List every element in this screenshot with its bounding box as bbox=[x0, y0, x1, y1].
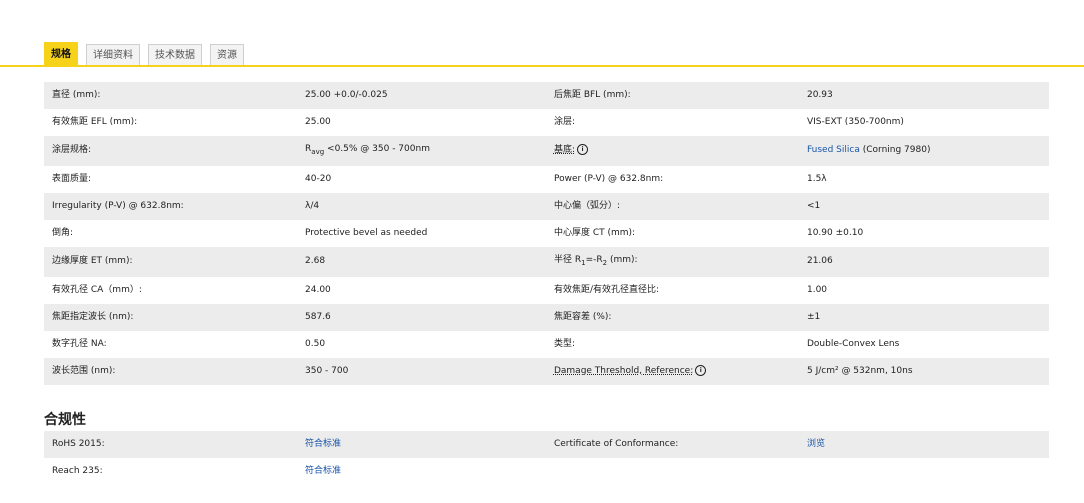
tab-resources[interactable]: 资源 bbox=[210, 44, 244, 66]
spec-label: 涂层: bbox=[545, 109, 799, 136]
ravg-subscript: avg bbox=[311, 147, 325, 156]
spec-value: Ravg <0.5% @ 350 - 700nm bbox=[297, 136, 546, 166]
spec-label: 表面质量: bbox=[44, 165, 298, 193]
table-row: 数字孔径 NA: 0.50 类型: Double-Convex Lens bbox=[44, 330, 1049, 358]
compliance-table: RoHS 2015: 符合标准 Certificate of Conforman… bbox=[44, 431, 1049, 485]
spec-label: Power (P-V) @ 632.8nm: bbox=[545, 165, 799, 193]
spec-label: 倒角: bbox=[44, 219, 298, 247]
spec-label: Irregularity (P-V) @ 632.8nm: bbox=[44, 192, 298, 220]
substrate-link[interactable]: Fused Silica bbox=[807, 145, 860, 155]
spec-label: 中心偏（弧分）: bbox=[545, 192, 799, 220]
table-row: 有效孔径 CA（mm）: 24.00 有效焦距/有效孔径直径比: 1.00 bbox=[44, 276, 1049, 304]
spec-label: 后焦距 BFL (mm): bbox=[545, 82, 799, 109]
rohs-link[interactable]: 符合标准 bbox=[305, 439, 341, 449]
spec-value: <1 bbox=[798, 192, 1049, 220]
radius-label: 半径 R bbox=[553, 254, 582, 265]
compliance-value: 符合标准 bbox=[297, 458, 546, 485]
info-icon[interactable]: i bbox=[695, 364, 707, 376]
tab-bar: 规格 详细资料 技术数据 资源 bbox=[44, 42, 252, 66]
tab-specs[interactable]: 规格 bbox=[44, 42, 78, 66]
table-row: Irregularity (P-V) @ 632.8nm: λ/4 中心偏（弧分… bbox=[44, 192, 1049, 220]
spec-label: 边缘厚度 ET (mm): bbox=[44, 246, 298, 277]
spec-label: Damage Threshold, Reference: i bbox=[545, 357, 799, 385]
compliance-value: 符合标准 bbox=[297, 431, 546, 458]
spec-value: 20.93 bbox=[798, 82, 1049, 109]
compliance-title: 合规性 bbox=[44, 412, 86, 428]
compliance-label: Certificate of Conformance: bbox=[545, 431, 799, 458]
table-row: RoHS 2015: 符合标准 Certificate of Conforman… bbox=[44, 431, 1049, 458]
spec-label: 有效孔径 CA（mm）: bbox=[44, 276, 298, 304]
compliance-label bbox=[545, 458, 799, 485]
spec-label: 波长范围 (nm): bbox=[44, 357, 298, 385]
spec-label: 直径 (mm): bbox=[44, 82, 298, 109]
spec-label: 中心厚度 CT (mm): bbox=[545, 219, 799, 247]
tab-details[interactable]: 详细资料 bbox=[86, 44, 140, 66]
table-row: 表面质量: 40-20 Power (P-V) @ 632.8nm: 1.5λ bbox=[44, 165, 1049, 193]
spec-value: λ/4 bbox=[297, 192, 546, 220]
table-row: 倒角: Protective bevel as needed 中心厚度 CT (… bbox=[44, 219, 1049, 247]
radius-mid: =-R bbox=[585, 254, 603, 265]
table-row: 直径 (mm): 25.00 +0.0/-0.025 后焦距 BFL (mm):… bbox=[44, 82, 1049, 109]
spec-value: Fused Silica (Corning 7980) bbox=[798, 136, 1049, 166]
certificate-view-link[interactable]: 浏览 bbox=[807, 439, 825, 449]
spec-value: 5 J/cm² @ 532nm, 10ns bbox=[798, 357, 1049, 385]
spec-value: Protective bevel as needed bbox=[297, 219, 546, 247]
spec-value: 0.50 bbox=[297, 330, 546, 358]
spec-label: 焦距容差 (%): bbox=[545, 303, 799, 331]
coating-spec-text: <0.5% @ 350 - 700nm bbox=[324, 144, 430, 154]
spec-value: 21.06 bbox=[798, 246, 1049, 277]
tab-technical-data[interactable]: 技术数据 bbox=[148, 44, 202, 66]
reach-link[interactable]: 符合标准 bbox=[305, 466, 341, 476]
compliance-value bbox=[798, 458, 1049, 485]
info-icon[interactable]: i bbox=[577, 144, 589, 156]
spec-label: 有效焦距 EFL (mm): bbox=[44, 109, 298, 136]
spec-value: ±1 bbox=[798, 303, 1049, 331]
spec-value: Double-Convex Lens bbox=[798, 330, 1049, 358]
compliance-label: RoHS 2015: bbox=[44, 431, 298, 458]
radius-unit: (mm): bbox=[607, 254, 638, 265]
spec-label: 基底: i bbox=[545, 136, 799, 166]
table-row: 波长范围 (nm): 350 - 700 Damage Threshold, R… bbox=[44, 357, 1049, 385]
spec-label: 焦距指定波长 (nm): bbox=[44, 303, 298, 331]
damage-threshold-label[interactable]: Damage Threshold, Reference: bbox=[554, 366, 693, 376]
compliance-value: 浏览 bbox=[798, 431, 1049, 458]
table-row: Reach 235: 符合标准 bbox=[44, 458, 1049, 485]
spec-value: 25.00 +0.0/-0.025 bbox=[297, 82, 546, 109]
tab-underline bbox=[0, 65, 1084, 67]
spec-value: 2.68 bbox=[297, 246, 546, 277]
table-row: 有效焦距 EFL (mm): 25.00 涂层: VIS-EXT (350-70… bbox=[44, 109, 1049, 136]
compliance-label: Reach 235: bbox=[44, 458, 298, 485]
spec-value: VIS-EXT (350-700nm) bbox=[798, 109, 1049, 136]
spec-value: 587.6 bbox=[297, 303, 546, 331]
spec-label: 类型: bbox=[545, 330, 799, 358]
spec-value: 25.00 bbox=[297, 109, 546, 136]
table-row: 边缘厚度 ET (mm): 2.68 半径 R1=-R2 (mm): 21.06 bbox=[44, 246, 1049, 277]
spec-label: 涂层规格: bbox=[44, 136, 298, 166]
spec-value: 24.00 bbox=[297, 276, 546, 304]
substrate-label[interactable]: 基底: bbox=[554, 145, 575, 155]
spec-value: 40-20 bbox=[297, 165, 546, 193]
spec-label: 半径 R1=-R2 (mm): bbox=[545, 246, 799, 277]
specs-table: 直径 (mm): 25.00 +0.0/-0.025 后焦距 BFL (mm):… bbox=[44, 82, 1049, 385]
spec-value: 1.5λ bbox=[798, 165, 1049, 193]
table-row: 焦距指定波长 (nm): 587.6 焦距容差 (%): ±1 bbox=[44, 303, 1049, 331]
spec-value: 350 - 700 bbox=[297, 357, 546, 385]
spec-label: 数字孔径 NA: bbox=[44, 330, 298, 358]
substrate-detail: (Corning 7980) bbox=[859, 145, 931, 156]
spec-value: 10.90 ±0.10 bbox=[798, 219, 1049, 247]
spec-label: 有效焦距/有效孔径直径比: bbox=[545, 276, 799, 304]
table-row: 涂层规格: Ravg <0.5% @ 350 - 700nm 基底: i Fuse… bbox=[44, 136, 1049, 166]
spec-value: 1.00 bbox=[798, 276, 1049, 304]
